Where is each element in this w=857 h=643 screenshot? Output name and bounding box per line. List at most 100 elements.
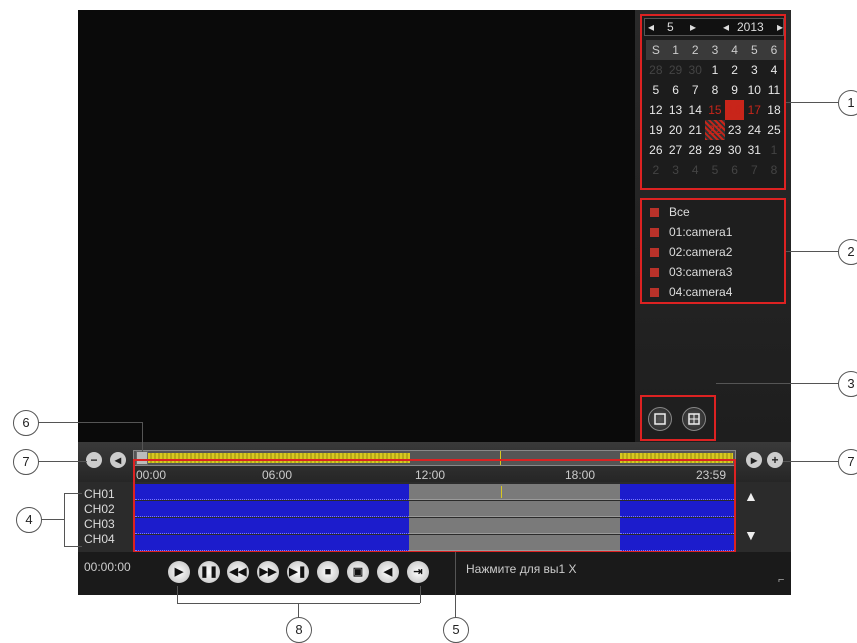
calendar-day[interactable]: 10 xyxy=(744,80,764,100)
calendar-week: 26 27 28 29 30 31 1 xyxy=(646,140,784,160)
channel-item-camera3[interactable]: 03:camera3 xyxy=(650,262,732,282)
callout-bracket xyxy=(64,493,65,546)
calendar-day[interactable]: 1 xyxy=(764,140,784,160)
scroll-right-button[interactable]: ▸ xyxy=(746,452,762,468)
prev-month-icon[interactable]: ◂ xyxy=(648,20,654,34)
next-month-icon[interactable]: ▸ xyxy=(690,20,696,34)
callout-3: 3 xyxy=(838,371,857,397)
weekday: 6 xyxy=(764,40,784,60)
calendar-day[interactable]: 30 xyxy=(685,60,705,80)
calendar-day[interactable]: 18 xyxy=(764,100,784,120)
calendar-day[interactable]: 12 xyxy=(646,100,666,120)
channel-bar[interactable] xyxy=(135,501,734,517)
volume-button[interactable]: ◀ xyxy=(377,561,399,583)
calendar-day[interactable]: 2 xyxy=(725,60,745,80)
pause-button[interactable]: ❚❚ xyxy=(198,561,220,583)
prev-year-icon[interactable]: ◂ xyxy=(723,20,729,34)
channel-list: Все 01:camera1 02:camera2 03:camera3 04:… xyxy=(640,198,786,304)
calendar-day[interactable]: 28 xyxy=(646,60,666,80)
calendar-day[interactable]: 2 xyxy=(646,160,666,180)
calendar-day[interactable]: 23 xyxy=(725,120,745,140)
callout-line xyxy=(142,422,143,452)
record-segment xyxy=(620,518,734,534)
calendar-day[interactable]: 14 xyxy=(685,100,705,120)
channel-item-camera1[interactable]: 01:camera1 xyxy=(650,222,732,242)
callout-6: 6 xyxy=(13,410,39,436)
rewind-button[interactable]: ◀◀ xyxy=(227,561,249,583)
save-clip-button[interactable]: ▣ xyxy=(347,561,369,583)
stop-button[interactable]: ■ xyxy=(317,561,339,583)
calendar-day[interactable]: 20 xyxy=(666,120,686,140)
channel-item-all[interactable]: Все xyxy=(650,202,690,222)
calendar-day[interactable]: 8 xyxy=(764,160,784,180)
calendar-day[interactable]: 4 xyxy=(685,160,705,180)
single-view-button[interactable] xyxy=(648,407,672,431)
calendar-day[interactable]: 15 xyxy=(705,100,725,120)
record-segment xyxy=(135,535,409,551)
fast-forward-button[interactable]: ▶▶ xyxy=(257,561,279,583)
calendar-day[interactable]: 7 xyxy=(744,160,764,180)
checkbox-icon[interactable] xyxy=(650,208,659,218)
record-segment xyxy=(135,518,409,534)
callout-line xyxy=(37,422,142,423)
channel-label: 03:camera3 xyxy=(669,265,733,279)
calendar-day[interactable]: 6 xyxy=(725,160,745,180)
calendar-day[interactable]: 30 xyxy=(725,140,745,160)
calendar-day[interactable]: 28 xyxy=(685,140,705,160)
calendar-header: ◂ 5 ▸ ◂ 2013 ▸ xyxy=(644,18,784,36)
year-value: 2013 xyxy=(737,20,764,34)
calendar-day[interactable]: 3 xyxy=(666,160,686,180)
channel-bar[interactable] xyxy=(135,535,734,551)
calendar-day[interactable]: 7 xyxy=(685,80,705,100)
calendar-day[interactable]: 8 xyxy=(705,80,725,100)
callout-7-left: 7 xyxy=(13,449,39,475)
calendar-day[interactable]: 29 xyxy=(705,140,725,160)
record-segment xyxy=(135,501,409,517)
calendar-day[interactable]: 5 xyxy=(646,80,666,100)
calendar-day[interactable]: 27 xyxy=(666,140,686,160)
calendar-day[interactable]: 19 xyxy=(646,120,666,140)
calendar-day[interactable]: 26 xyxy=(646,140,666,160)
calendar-day[interactable]: 1 xyxy=(705,60,725,80)
quad-view-button[interactable] xyxy=(682,407,706,431)
calendar-day[interactable]: 11 xyxy=(764,80,784,100)
checkbox-icon[interactable] xyxy=(650,248,659,258)
calendar-week: 2 3 4 5 6 7 8 xyxy=(646,160,784,180)
calendar-day[interactable]: 24 xyxy=(744,120,764,140)
calendar: ◂ 5 ▸ ◂ 2013 ▸ S 1 2 3 4 5 6 28 29 30 1 … xyxy=(640,14,786,190)
calendar-day[interactable]: 9 xyxy=(725,80,745,100)
calendar-day[interactable]: 13 xyxy=(666,100,686,120)
scroll-up-icon[interactable]: ▲ xyxy=(744,488,758,504)
next-year-icon[interactable]: ▸ xyxy=(777,20,783,34)
next-frame-button[interactable]: ▶❚ xyxy=(287,561,309,583)
calendar-day[interactable]: 21 xyxy=(685,120,705,140)
calendar-day-recorded[interactable]: 16 xyxy=(724,100,745,120)
channel-bar[interactable] xyxy=(135,518,734,534)
calendar-day-selected[interactable]: 22 xyxy=(705,120,725,140)
callout-line xyxy=(716,383,839,384)
calendar-day[interactable]: 3 xyxy=(744,60,764,80)
calendar-day[interactable]: 31 xyxy=(744,140,764,160)
layout-buttons xyxy=(640,395,716,441)
calendar-day[interactable]: 5 xyxy=(705,160,725,180)
channel-item-camera4[interactable]: 04:camera4 xyxy=(650,282,732,302)
calendar-day[interactable]: 17 xyxy=(744,100,764,120)
scroll-down-icon[interactable]: ▼ xyxy=(744,527,758,543)
calendar-day[interactable]: 6 xyxy=(666,80,686,100)
scroll-left-button[interactable]: ◂ xyxy=(110,452,126,468)
checkbox-icon[interactable] xyxy=(650,268,659,278)
calendar-day[interactable]: 4 xyxy=(764,60,784,80)
exit-button[interactable]: ⇥ xyxy=(407,561,429,583)
calendar-day[interactable]: 29 xyxy=(666,60,686,80)
checkbox-icon[interactable] xyxy=(650,228,659,238)
weekday: 1 xyxy=(665,40,686,60)
zoom-in-button[interactable]: + xyxy=(767,452,783,468)
calendar-day[interactable]: 25 xyxy=(764,120,784,140)
channel-item-camera2[interactable]: 02:camera2 xyxy=(650,242,732,262)
callout-bracket xyxy=(64,493,82,494)
zoom-out-button[interactable]: − xyxy=(86,452,102,468)
play-button[interactable]: ▶ xyxy=(168,561,190,583)
channel-bar[interactable] xyxy=(135,484,734,500)
video-area[interactable] xyxy=(78,10,635,442)
checkbox-icon[interactable] xyxy=(650,288,659,298)
